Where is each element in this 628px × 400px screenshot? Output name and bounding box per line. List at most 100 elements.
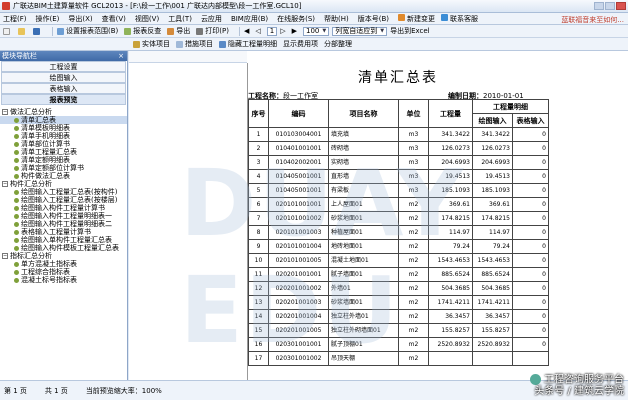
menu-online-service[interactable]: 在线服务(S) — [277, 14, 315, 24]
tree-item[interactable]: 绘图输入构件工程量明细表二 — [0, 220, 127, 228]
drawing-input-button[interactable]: 绘图输入 — [1, 72, 126, 83]
tree-item[interactable]: 单方混凝土指标表 — [0, 260, 127, 268]
tree-group[interactable]: − 做法汇总分析 — [0, 108, 127, 116]
close-icon[interactable]: × — [118, 51, 124, 61]
tree-item[interactable]: 清单定额部位计算书 — [0, 164, 127, 172]
section-sort-button[interactable]: 分部整理 — [324, 39, 352, 49]
report-icon — [14, 221, 19, 227]
menu-cloud[interactable]: 云应用 — [201, 14, 222, 24]
page-number-field[interactable]: 1 — [266, 26, 278, 36]
save-icon-button[interactable] — [33, 27, 42, 35]
menu-export[interactable]: 导出(X) — [68, 14, 92, 24]
tree-item[interactable]: 绘图输入构件模板工程量汇总表 — [0, 244, 127, 252]
table-row[interactable]: 4 010405001001 直形墙 m3 19.4513 19.4513 0 — [248, 169, 549, 184]
save-icon — [33, 27, 40, 35]
export-button[interactable]: 导出 — [167, 26, 190, 36]
table-row[interactable]: 16 020301001001 腻子顶棚01 m2 2520.8932 2520.8932… — [248, 337, 549, 352]
tree-item[interactable]: 清单手机明细表 — [0, 132, 127, 140]
report-toolbar: 设置报表范围(B) 报表反查 导出 打印(P) ◀ ◁ 1 ▷ ▶ 100 ▼ 列… — [0, 25, 628, 38]
print-button[interactable]: 打印(P) — [196, 26, 229, 36]
first-page-button[interactable]: ◀ — [244, 27, 249, 35]
table-row[interactable]: 12 020201001002 外墙01 m2 504.3685 504.3685 0 — [248, 281, 549, 296]
table-row[interactable]: 10 020101001005 混凝土地面01 m2 1543.4653 1543.465… — [248, 253, 549, 268]
cell-name: 砂浆墙面01 — [328, 295, 399, 310]
cell-unit: m2 — [398, 239, 429, 254]
tree-item[interactable]: 绘图输入工程量汇总表(按楼层) — [0, 196, 127, 204]
menu-version[interactable]: 版本号(B) — [358, 14, 389, 24]
report-icon — [14, 141, 19, 147]
table-row[interactable]: 8 020101001003 种植屋面01 m2 114.97 114.97 0 — [248, 225, 549, 240]
column-fit-select[interactable]: 列宽自适应到 ▼ — [332, 26, 388, 36]
tree-item[interactable]: 清单工程量汇总表 — [0, 148, 127, 156]
prev-page-button[interactable]: ◁ — [255, 27, 260, 35]
tree-group[interactable]: − 构件汇总分析 — [0, 180, 127, 188]
table-row[interactable]: 15 020201001005 独立柱外砌墙面01 m2 155.8257 155.825… — [248, 323, 549, 338]
tree-item[interactable]: 清单定额明细表 — [0, 156, 127, 164]
menu-bim[interactable]: BIM应用(B) — [231, 14, 268, 24]
collapse-icon[interactable]: − — [2, 253, 8, 259]
new-change-button[interactable]: 新建变更 — [398, 13, 435, 24]
report-filter-toolbar: 实体项目 措施项目 隐藏工程量明细 显示费用项 分部整理 — [0, 38, 628, 51]
new-icon-button[interactable] — [3, 27, 12, 35]
last-page-button[interactable]: ▶ — [292, 27, 297, 35]
maximize-icon[interactable] — [605, 2, 615, 10]
close-icon[interactable] — [616, 2, 626, 10]
set-report-range-button[interactable]: 设置报表范围(B) — [57, 26, 118, 36]
header-drawing-input: 绘图输入 — [472, 113, 513, 128]
table-row[interactable]: 17 020301001002 吊顶天棚 m2 — [248, 351, 549, 366]
tree-item[interactable]: 清单汇总表 — [0, 116, 127, 124]
tree-item[interactable]: 构件做法汇总表 — [0, 172, 127, 180]
next-page-button[interactable]: ▷ — [280, 27, 285, 35]
table-row[interactable]: 11 020201001001 腻子墙面01 m2 885.6524 885.6524 0 — [248, 267, 549, 282]
minimize-icon[interactable] — [594, 2, 604, 10]
table-row[interactable]: 7 020101001002 砂浆地面01 m2 174.8215 174.8215 0 — [248, 211, 549, 226]
cell-seq: 1 — [248, 127, 269, 142]
cell-name: 直形墙 — [328, 169, 399, 184]
tree-item[interactable]: 清单部位计算书 — [0, 140, 127, 148]
report-lookup-button[interactable]: 报表反查 — [124, 26, 161, 36]
collapse-icon[interactable]: − — [2, 109, 8, 115]
project-settings-button[interactable]: 工程设置 — [1, 61, 126, 72]
table-row[interactable]: 3 010402002001 实砌墙 m3 204.6993 204.6993 0 — [248, 155, 549, 170]
support-icon — [441, 13, 449, 21]
tree-item[interactable]: 绘图输入工程量汇总表(按构件) — [0, 188, 127, 196]
tree-item[interactable]: 混凝土标号指标表 — [0, 276, 127, 284]
table-row[interactable]: 1 010103004001 填充填 m3 341.3422 341.3422 0 — [248, 127, 549, 142]
tree-item[interactable]: 清单模板明细表 — [0, 124, 127, 132]
table-row[interactable]: 6 020101001001 上人屋面01 m2 369.61 369.61 0 — [248, 197, 549, 212]
hide-detail-button[interactable]: 隐藏工程量明细 — [219, 39, 277, 49]
tree-item[interactable]: 表格输入工程量计算书 — [0, 228, 127, 236]
table-row[interactable]: 9 020101001004 地砖地面01 m2 79.24 79.24 0 — [248, 239, 549, 254]
menu-tools[interactable]: 工具(T) — [168, 14, 192, 24]
table-row[interactable]: 2 010401001001 砖砌墙 m3 126.0273 126.0273 0 — [248, 141, 549, 156]
table-input-button[interactable]: 表格输入 — [1, 83, 126, 94]
contact-support-button[interactable]: 联系客服 — [441, 13, 478, 24]
cell-code: 020101001004 — [268, 239, 329, 254]
menu-view[interactable]: 查看(V) — [102, 14, 126, 24]
export-excel-button[interactable]: 导出到Excel — [390, 26, 430, 36]
menu-project[interactable]: 工程(F) — [3, 14, 27, 24]
chevron-down-icon: ▼ — [322, 28, 327, 34]
tree-item[interactable]: 绘图输入单构件工程量汇总表 — [0, 236, 127, 244]
open-icon-button[interactable] — [18, 27, 27, 35]
entity-items-button[interactable]: 实体项目 — [133, 39, 170, 49]
notice-link[interactable]: 蓝联福音来至如何... — [561, 15, 624, 24]
tree-group[interactable]: − 指标汇总分析 — [0, 252, 127, 260]
menu-help[interactable]: 帮助(H) — [324, 14, 349, 24]
collapse-icon[interactable]: − — [2, 181, 8, 187]
show-cost-button[interactable]: 显示费用项 — [283, 39, 318, 49]
tree-item[interactable]: 绘图输入构件工程量计算书 — [0, 204, 127, 212]
report-preview-button[interactable]: 报表预览 — [1, 94, 126, 105]
report-icon — [14, 205, 19, 211]
tree-item[interactable]: 工程综合指标表 — [0, 268, 127, 276]
tree-item[interactable]: 绘图输入构件工程量明细表一 — [0, 212, 127, 220]
zoom-select[interactable]: 100 ▼ — [302, 26, 330, 36]
report-icon — [14, 229, 19, 235]
menu-window[interactable]: 视图(V) — [135, 14, 159, 24]
table-row[interactable]: 14 020201001004 独立柱外墙01 m2 36.3457 36.3457 0 — [248, 309, 549, 324]
report-preview-area: 清单汇总表 工程名称：段一工作室 编制日期：2010-01-01 序号 编码 项… — [129, 51, 628, 380]
measure-items-button[interactable]: 措施项目 — [176, 39, 213, 49]
table-row[interactable]: 5 010405001001 有梁板 m3 185.1093 185.1093 0 — [248, 183, 549, 198]
table-row[interactable]: 13 020201001003 砂浆墙面01 m2 1741.4211 1741.4211… — [248, 295, 549, 310]
menu-edit[interactable]: 操作(E) — [36, 14, 60, 24]
